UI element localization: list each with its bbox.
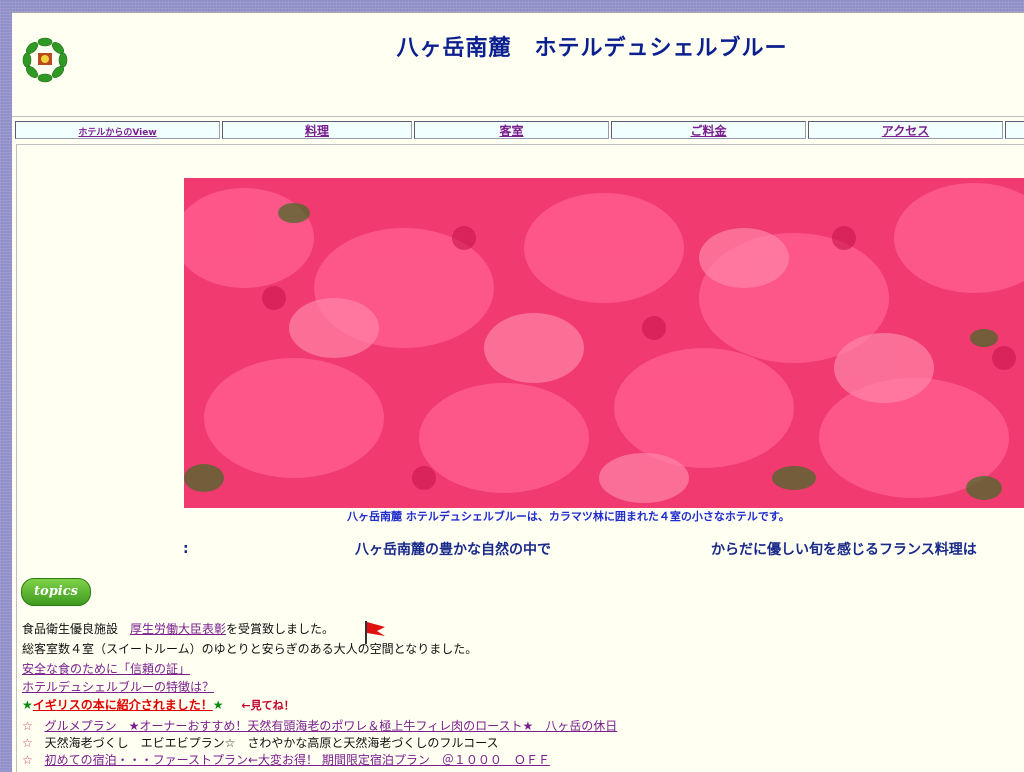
rooms-text: 総客室数４室（スイートルーム）のゆとりと安らぎのある大人の空間となりました。	[22, 642, 478, 656]
tagline-part1: 八ヶ岳南麓の豊かな自然の中で	[355, 542, 551, 558]
hero-caption: 八ヶ岳南麓 ホテルデュシェルブルーは、カラマツ林に囲まれた４室の小さなホテルです…	[347, 510, 790, 523]
nav-item-access[interactable]: アクセス	[808, 121, 1003, 139]
tagline-colon: :	[183, 541, 189, 557]
site-title: 八ヶ岳南麓 ホテルデュシェルブルー	[396, 36, 788, 61]
plan-item: ☆ 天然海老づくし エビエビプラン☆ さわやかな高原と天然海老づくしのフルコース	[22, 734, 499, 751]
uk-book-link[interactable]: イギリスの本に紹介されました！	[33, 698, 213, 712]
tagline-part2: からだに優しい旬を感じるフランス料理は	[711, 542, 977, 558]
nav-item-rates[interactable]: ご料金	[611, 121, 806, 139]
page-top-edge	[12, 12, 1024, 13]
nav-item-rooms[interactable]: 客室	[414, 121, 609, 139]
nav-item-access-label[interactable]: アクセス	[882, 124, 929, 138]
award-suffix: を受賞致しました。	[226, 622, 335, 636]
nav-item-cuisine-label[interactable]: 料理	[305, 124, 329, 138]
page: 八ヶ岳南麓 ホテルデュシェルブルー ホテルからのView 料理 客室 ご料金 ア…	[12, 12, 1024, 772]
plan-link-first[interactable]: 初めての宿泊・・・ファーストプラン←大変お得！ 期間限定宿泊プラン ＠１０００ …	[45, 753, 550, 767]
plan-text-shrimp: 天然海老づくし エビエビプラン☆ さわやかな高原と天然海老づくしのフルコース	[44, 736, 499, 750]
header-divider	[12, 116, 1024, 117]
plan-star-icon: ☆	[22, 719, 33, 733]
hero-flower-photo	[184, 178, 1024, 508]
plan-item: ☆ グルメプラン ★オーナーおすすめ！天然有頭海老のポワレ＆極上牛フィレ肉のロー…	[22, 717, 617, 734]
nav-item-view[interactable]: ホテルからのView	[15, 121, 220, 139]
nav-item-view-label[interactable]: ホテルからのView	[78, 128, 156, 138]
trust-line: 安全な食のために「信頼の証」	[22, 660, 190, 677]
topics-badge: topics	[21, 578, 91, 606]
award-prefix: 食品衛生優良施設	[22, 622, 131, 636]
nav-item-rooms-label[interactable]: 客室	[499, 124, 523, 138]
nav-item-cuisine[interactable]: 料理	[222, 121, 412, 139]
plan-star-icon: ☆	[22, 736, 33, 750]
star-icon: ★	[22, 698, 33, 712]
award-link[interactable]: 厚生労働大臣表彰	[130, 622, 226, 636]
features-line: ホテルデュシェルブルーの特徴は？	[22, 678, 214, 695]
plan-star-icon: ☆	[22, 753, 33, 767]
nav-item-more[interactable]	[1005, 121, 1024, 139]
nav-item-rates-label[interactable]: ご料金	[690, 124, 726, 138]
plan-item: ☆ 初めての宿泊・・・ファーストプラン←大変お得！ 期間限定宿泊プラン ＠１００…	[22, 751, 550, 768]
plan-link-gourmet[interactable]: グルメプラン ★オーナーおすすめ！天然有頭海老のポワレ＆極上牛フィレ肉のロースト…	[45, 719, 618, 733]
trust-link[interactable]: 安全な食のために「信頼の証」	[22, 662, 190, 676]
uk-line: ★イギリスの本に紹介されました！★ ←見てね！	[22, 696, 295, 713]
award-line: 食品衛生優良施設 厚生労働大臣表彰を受賞致しました。	[22, 620, 334, 637]
features-link[interactable]: ホテルデュシェルブルーの特徴は？	[22, 680, 214, 694]
main-content: 八ヶ岳南麓 ホテルデュシェルブルーは、カラマツ林に囲まれた４室の小さなホテルです…	[16, 144, 1024, 772]
uk-note: ←見てね！	[241, 699, 295, 712]
star-icon: ★	[212, 698, 224, 712]
